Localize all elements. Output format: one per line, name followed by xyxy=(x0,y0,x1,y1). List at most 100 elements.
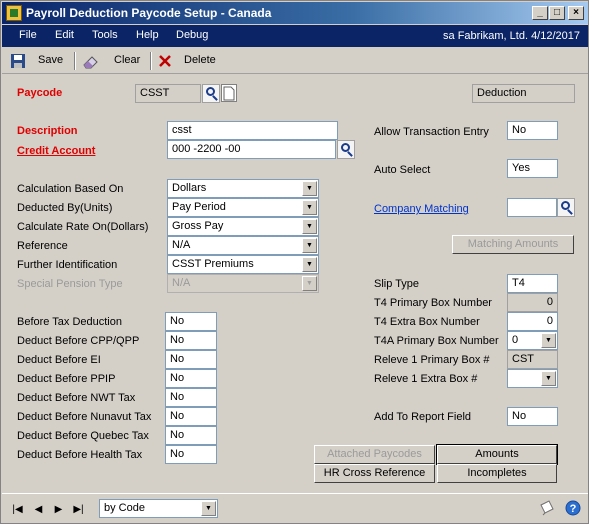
amounts-button[interactable]: Amounts xyxy=(436,444,558,465)
deduct-before-ei-label: Deduct Before EI xyxy=(17,354,101,366)
dropdown-value: Gross Pay xyxy=(172,220,224,232)
help-icon[interactable]: ? xyxy=(565,500,581,516)
description-label: Description xyxy=(17,125,78,137)
calculation-based-on-dropdown[interactable]: Dollars ▼ xyxy=(167,179,319,198)
dropdown-arrow-icon: ▼ xyxy=(302,219,317,234)
deduct-before-cpp-field[interactable]: No xyxy=(165,331,217,350)
deduct-before-nwt-label: Deduct Before NWT Tax xyxy=(17,392,136,404)
menu-help[interactable]: Help xyxy=(136,29,159,41)
company-matching-link[interactable]: Company Matching xyxy=(374,203,469,215)
description-field[interactable]: csst xyxy=(167,121,338,140)
dropdown-arrow-icon: ▼ xyxy=(541,371,556,386)
deduct-before-quebec-field[interactable]: No xyxy=(165,426,217,445)
menu-file[interactable]: File xyxy=(19,29,37,41)
credit-account-field[interactable]: 000 -2200 -00 xyxy=(167,140,336,159)
deducted-by-dropdown[interactable]: Pay Period ▼ xyxy=(167,198,319,217)
deduct-before-health-field[interactable]: No xyxy=(165,445,217,464)
t4a-primary-box-dropdown[interactable]: 0 ▼ xyxy=(507,331,558,350)
deduct-before-cpp-label: Deduct Before CPP/QPP xyxy=(17,335,140,347)
credit-account-link[interactable]: Credit Account xyxy=(17,145,95,157)
credit-account-lookup-button[interactable] xyxy=(337,140,355,159)
dropdown-value: N/A xyxy=(172,277,191,289)
app-icon xyxy=(6,5,22,21)
dropdown-arrow-icon: ▼ xyxy=(302,238,317,253)
calculate-rate-on-dropdown[interactable]: Gross Pay ▼ xyxy=(167,217,319,236)
t4a-primary-box-label: T4A Primary Box Number xyxy=(374,335,499,347)
before-tax-deduction-field[interactable]: No xyxy=(165,312,217,331)
deduct-before-nwt-field[interactable]: No xyxy=(165,388,217,407)
menu-debug[interactable]: Debug xyxy=(176,29,208,41)
special-pension-type-label: Special Pension Type xyxy=(17,278,123,290)
paycode-field[interactable]: CSST xyxy=(135,84,201,103)
releve1-primary-box-field: CST xyxy=(507,350,558,369)
note-icon xyxy=(223,86,235,101)
menu-tools[interactable]: Tools xyxy=(92,29,118,41)
dropdown-arrow-icon: ▼ xyxy=(201,501,216,516)
dropdown-value: by Code xyxy=(104,502,145,514)
slip-type-label: Slip Type xyxy=(374,278,420,290)
menu-bar: File Edit Tools Help Debug sa Fabrikam, … xyxy=(2,25,588,47)
first-record-icon[interactable]: |◀ xyxy=(11,503,24,517)
status-bar: |◀ ◀ ▶ ▶| by Code ▼ ? xyxy=(2,493,588,523)
deduct-before-quebec-label: Deduct Before Quebec Tax xyxy=(17,430,149,442)
paycode-lookup-button[interactable] xyxy=(202,84,220,103)
hr-cross-reference-button[interactable]: HR Cross Reference xyxy=(314,464,435,483)
close-button[interactable]: × xyxy=(568,6,584,20)
company-matching-field[interactable] xyxy=(507,198,557,217)
sort-order-dropdown[interactable]: by Code ▼ xyxy=(99,499,218,518)
deduct-before-ppip-field[interactable]: No xyxy=(165,369,217,388)
dropdown-arrow-icon: ▼ xyxy=(302,257,317,272)
paycode-type-display: Deduction xyxy=(472,84,575,103)
title-bar[interactable]: Payroll Deduction Paycode Setup - Canada… xyxy=(2,2,588,24)
paycode-note-button[interactable] xyxy=(221,84,237,102)
slip-type-field[interactable]: T4 xyxy=(507,274,558,293)
note-icon[interactable] xyxy=(539,500,555,516)
add-to-report-field[interactable]: No xyxy=(507,407,558,426)
maximize-button[interactable]: □ xyxy=(549,6,565,20)
dropdown-value: Dollars xyxy=(172,182,207,194)
dropdown-value: Pay Period xyxy=(172,201,226,213)
t4-extra-box-field[interactable]: 0 xyxy=(507,312,558,331)
toolbar-separator xyxy=(74,52,76,70)
dropdown-arrow-icon: ▼ xyxy=(541,333,556,348)
allow-transaction-entry-field[interactable]: No xyxy=(507,121,558,140)
add-to-report-field-label: Add To Report Field xyxy=(374,411,472,423)
payroll-deduction-paycode-window: Payroll Deduction Paycode Setup - Canada… xyxy=(0,0,589,524)
releve1-extra-box-dropdown[interactable]: ▼ xyxy=(507,369,558,388)
minimize-button[interactable]: _ xyxy=(532,6,548,20)
matching-amounts-button: Matching Amounts xyxy=(452,235,574,254)
paycode-label: Paycode xyxy=(17,87,63,99)
t4-primary-box-field: 0 xyxy=(507,293,558,312)
auto-select-label: Auto Select xyxy=(374,164,431,176)
toolbar-separator xyxy=(150,52,152,70)
incompletes-button[interactable]: Incompletes xyxy=(437,464,557,483)
menu-edit[interactable]: Edit xyxy=(55,29,74,41)
auto-select-field[interactable]: Yes xyxy=(507,159,558,178)
next-record-icon[interactable]: ▶ xyxy=(52,503,65,517)
eraser-icon xyxy=(83,56,98,69)
releve1-primary-box-label: Releve 1 Primary Box # xyxy=(374,354,490,366)
before-tax-deduction-label: Before Tax Deduction xyxy=(17,316,122,328)
save-icon xyxy=(11,54,25,68)
reference-label: Reference xyxy=(17,240,68,252)
svg-text:?: ? xyxy=(570,503,577,515)
last-record-icon[interactable]: ▶| xyxy=(72,503,85,517)
delete-x-icon xyxy=(159,55,171,67)
deduct-before-ei-field[interactable]: No xyxy=(165,350,217,369)
deduct-before-nunavut-field[interactable]: No xyxy=(165,407,217,426)
previous-record-icon[interactable]: ◀ xyxy=(32,503,45,517)
further-identification-label: Further Identification xyxy=(17,259,118,271)
dropdown-value: CSST Premiums xyxy=(172,258,254,270)
dropdown-value: 0 xyxy=(512,334,519,346)
calculate-rate-on-label: Calculate Rate On(Dollars) xyxy=(17,221,149,233)
reference-dropdown[interactable]: N/A ▼ xyxy=(167,236,319,255)
dropdown-arrow-icon: ▼ xyxy=(302,276,317,291)
company-matching-lookup-button[interactable] xyxy=(557,198,575,217)
further-identification-dropdown[interactable]: CSST Premiums ▼ xyxy=(167,255,319,274)
dropdown-arrow-icon: ▼ xyxy=(302,181,317,196)
clear-label: Clear xyxy=(114,54,141,66)
releve1-extra-box-label: Releve 1 Extra Box # xyxy=(374,373,478,385)
deducted-by-label: Deducted By(Units) xyxy=(17,202,113,214)
user-company-date: sa Fabrikam, Ltd. 4/12/2017 xyxy=(443,30,580,42)
dropdown-arrow-icon: ▼ xyxy=(302,200,317,215)
